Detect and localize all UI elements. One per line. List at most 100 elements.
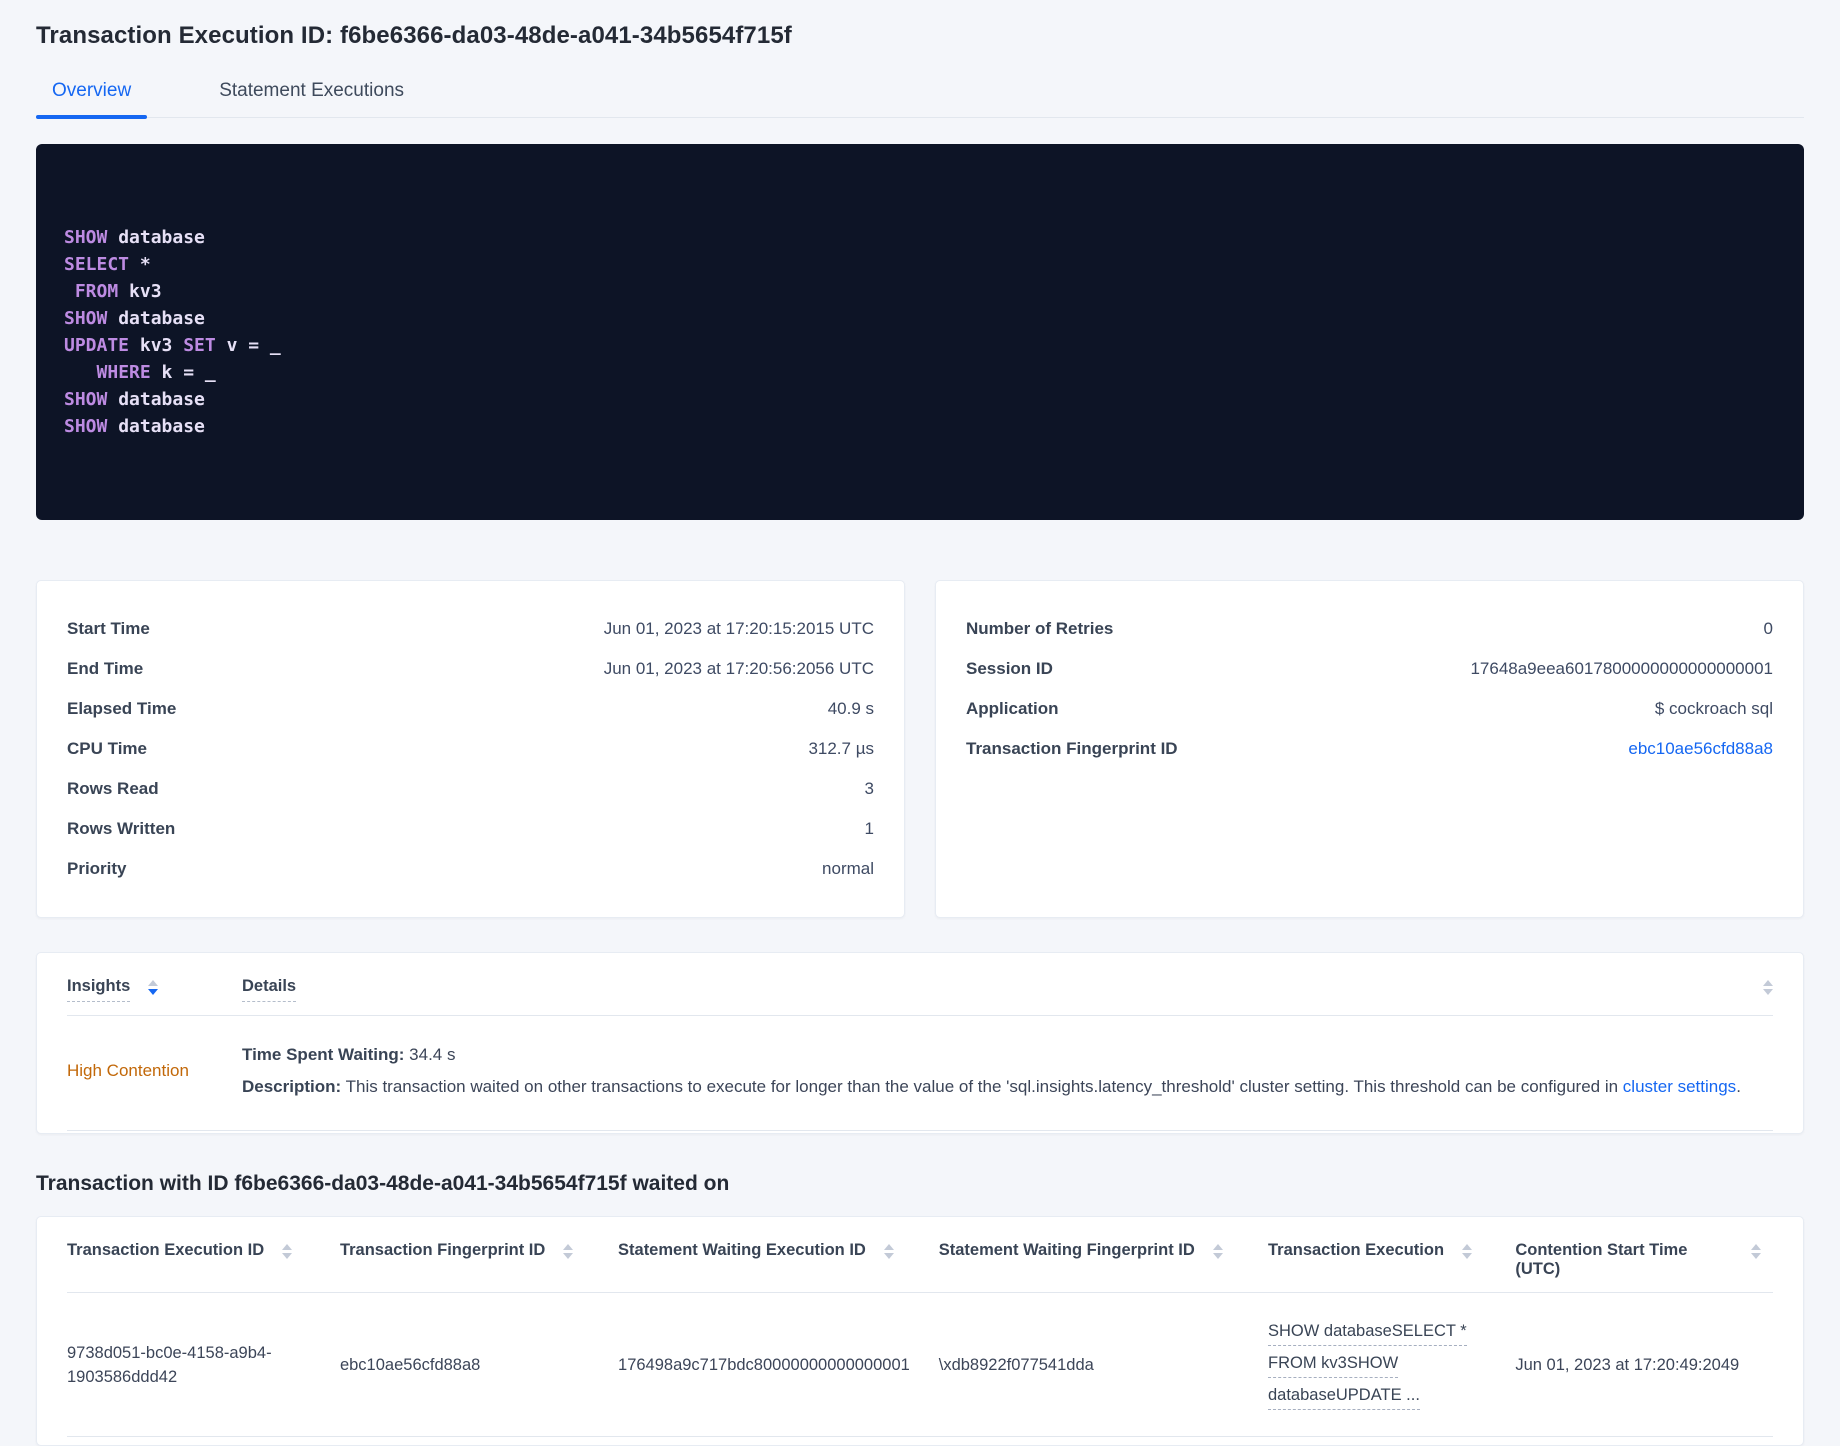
insights-table-header: Insights Details [67,977,1773,1016]
session-id-label: Session ID [966,659,1053,678]
description-label: Description: [242,1077,342,1096]
insight-details-cell: Time Spent Waiting: 34.4 s Description: … [242,1042,1773,1100]
insight-type-badge: High Contention [67,1061,189,1080]
kv-row-priority: Priority normal [67,849,874,889]
column-header-txn-execution-id[interactable]: Transaction Execution ID [67,1241,340,1260]
waited-on-table-card: Transaction Execution ID Transaction Fin… [36,1216,1804,1446]
rows-read-label: Rows Read [67,779,159,798]
time-spent-waiting-line: Time Spent Waiting: 34.4 s [242,1042,1773,1068]
tab-bar: Overview Statement Executions [36,80,1804,119]
txn-execution-line[interactable]: SHOW databaseSELECT * [1267,1319,1467,1346]
sort-icon[interactable] [282,1244,293,1259]
column-label: Statement Waiting Execution ID [618,1241,866,1259]
sort-up-icon [1763,980,1773,986]
session-id-value: 17648a9eea6017800000000000000001 [1470,659,1773,678]
sort-up-icon [1750,1244,1761,1250]
column-label: Statement Waiting Fingerprint ID [938,1241,1195,1259]
sort-down-icon [563,1253,574,1259]
cell-txn-execution-id: 9738d051-bc0e-4158-a9b4-1903586ddd42 [67,1343,272,1386]
sort-icon[interactable] [148,980,159,995]
sort-icon[interactable] [563,1244,574,1259]
kv-row-end-time: End Time Jun 01, 2023 at 17:20:56:2056 U… [67,649,874,689]
sort-up-icon [883,1244,894,1250]
column-header-txn-fingerprint-id[interactable]: Transaction Fingerprint ID [340,1241,618,1260]
column-label: Transaction Execution [1267,1241,1445,1259]
details-column-header[interactable]: Details [242,977,297,1002]
sort-down-icon [1750,1253,1761,1259]
description-period: . [1736,1077,1741,1096]
sql-code: SHOW database SELECT * FROM kv3 SHOW datab… [64,227,281,437]
priority-value: normal [822,859,874,878]
rows-written-label: Rows Written [67,819,176,838]
cell-stmt-waiting-fingerprint-id: \xdb8922f077541dda [938,1355,1094,1374]
column-label: Transaction Execution ID [67,1241,265,1259]
cell-txn-fingerprint-id: ebc10ae56cfd88a8 [339,1355,481,1374]
insights-table-card: Insights Details High Contention Time Sp… [36,952,1804,1134]
time-spent-waiting-label: Time Spent Waiting: [242,1045,405,1064]
description-text: This transaction waited on other transac… [341,1077,1623,1096]
column-header-txn-execution[interactable]: Transaction Execution [1268,1241,1515,1260]
kv-row-start-time: Start Time Jun 01, 2023 at 17:20:15:2015… [67,609,874,649]
cell-txn-execution-link[interactable]: SHOW databaseSELECT * FROM kv3SHOW datab… [1267,1319,1515,1410]
kv-row-txn-fingerprint: Transaction Fingerprint ID ebc10ae56cfd8… [966,729,1773,769]
priority-label: Priority [67,859,127,878]
sql-statements-box: SHOW database SELECT * FROM kv3 SHOW datab… [36,144,1804,520]
txn-execution-line[interactable]: FROM kv3SHOW [1267,1351,1399,1378]
column-header-stmt-waiting-execution-id[interactable]: Statement Waiting Execution ID [618,1241,939,1260]
kv-row-session-id: Session ID 17648a9eea6017800000000000000… [966,649,1773,689]
kv-row-retries: Number of Retries 0 [966,609,1773,649]
kv-row-cpu-time: CPU Time 312.7 µs [67,729,874,769]
start-time-value: Jun 01, 2023 at 17:20:15:2015 UTC [603,619,874,638]
sort-down-icon [148,989,159,995]
insights-column-label: Insights [67,977,131,1002]
sort-down-icon [883,1253,894,1259]
sort-icon[interactable] [1750,1244,1761,1259]
description-line: Description: This transaction waited on … [242,1074,1773,1100]
kv-row-rows-written: Rows Written 1 [67,809,874,849]
column-header-stmt-waiting-fingerprint-id[interactable]: Statement Waiting Fingerprint ID [939,1241,1268,1260]
retries-label: Number of Retries [966,619,1114,638]
sort-icon[interactable] [883,1244,894,1259]
column-header-contention-start[interactable]: Contention Start Time (UTC) [1515,1241,1773,1279]
sort-up-icon [148,980,159,986]
rows-written-value: 1 [864,819,874,838]
sort-icon[interactable] [1462,1244,1473,1259]
application-label: Application [966,699,1059,718]
insight-row: High Contention Time Spent Waiting: 34.4… [67,1016,1773,1131]
transaction-details-page: Transaction Execution ID: f6be6366-da03-… [0,0,1840,1446]
elapsed-time-value: 40.9 s [827,699,874,718]
page-title: Transaction Execution ID: f6be6366-da03-… [36,22,792,49]
start-time-label: Start Time [67,619,150,638]
column-label: Contention Start Time (UTC) [1515,1241,1688,1278]
time-spent-waiting-value: 34.4 s [404,1045,456,1064]
table-row: 9738d051-bc0e-4158-a9b4-1903586ddd42 ebc… [67,1293,1773,1437]
txn-fingerprint-link[interactable]: ebc10ae56cfd88a8 [1628,739,1773,759]
tab-overview[interactable]: Overview [36,80,148,119]
rows-read-value: 3 [864,779,874,798]
cell-stmt-waiting-execution-id: 176498a9c717bdc80000000000000001 [618,1355,910,1374]
cpu-time-label: CPU Time [67,739,147,758]
kv-row-application: Application $ cockroach sql [966,689,1773,729]
txn-fingerprint-label: Transaction Fingerprint ID [966,739,1178,758]
sort-down-icon [282,1253,293,1259]
sort-down-icon [1462,1253,1473,1259]
cpu-time-value: 312.7 µs [808,739,874,758]
detail-cards: Start Time Jun 01, 2023 at 17:20:15:2015… [36,580,1804,918]
tab-statement-executions-label: Statement Executions [219,80,405,101]
elapsed-time-label: Elapsed Time [67,699,177,718]
cell-contention-start-time: Jun 01, 2023 at 17:20:49:2049 [1515,1355,1740,1374]
kv-row-elapsed-time: Elapsed Time 40.9 s [67,689,874,729]
tab-statement-executions[interactable]: Statement Executions [203,80,420,117]
waited-on-section-title: Transaction with ID f6be6366-da03-48de-a… [36,1172,730,1195]
sort-icon[interactable] [1212,1244,1223,1259]
sort-icon[interactable] [1763,980,1773,995]
kv-row-rows-read: Rows Read 3 [67,769,874,809]
sort-up-icon [563,1244,574,1250]
cluster-settings-link[interactable]: cluster settings [1623,1077,1736,1096]
tab-overview-label: Overview [52,80,132,101]
insights-column-header[interactable]: Insights [67,977,242,1002]
end-time-value: Jun 01, 2023 at 17:20:56:2056 UTC [603,659,874,678]
txn-execution-line[interactable]: databaseUPDATE ... [1267,1383,1420,1410]
details-column-label: Details [242,977,297,1002]
sort-down-icon [1212,1253,1223,1259]
